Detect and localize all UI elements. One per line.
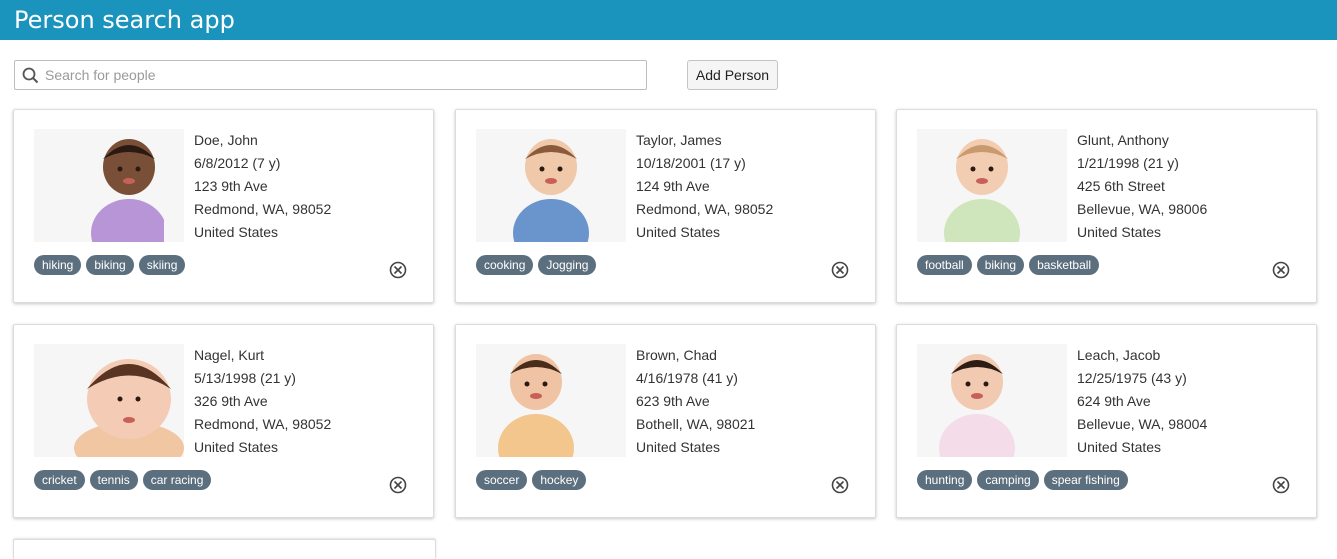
person-card: Taylor, James 10/18/2001 (17 y) 124 9th … — [455, 109, 876, 303]
interest-tag[interactable]: tennis — [89, 470, 138, 490]
person-details: Brown, Chad 4/16/1978 (41 y) 623 9th Ave… — [636, 344, 755, 459]
interest-tag[interactable]: camping — [977, 470, 1039, 490]
person-photo — [917, 129, 1067, 242]
person-city: Redmond, WA, 98052 — [194, 201, 332, 217]
person-details: Nagel, Kurt 5/13/1998 (21 y) 326 9th Ave… — [194, 344, 331, 459]
person-dob: 10/18/2001 (17 y) — [636, 155, 746, 171]
person-address: 124 9th Ave — [636, 178, 710, 194]
interest-tag[interactable]: cooking — [476, 255, 534, 275]
person-address: 425 6th Street — [1077, 178, 1165, 194]
person-photo — [476, 129, 626, 242]
person-photo-frame — [917, 129, 1067, 242]
interest-tag[interactable]: cricket — [34, 470, 85, 490]
person-card: Doe, John 6/8/2012 (7 y) 123 9th Ave Red… — [13, 109, 434, 303]
remove-person-icon[interactable] — [1272, 261, 1290, 279]
remove-person-icon[interactable] — [389, 476, 407, 494]
interest-tags: football biking basketball — [917, 255, 1100, 275]
person-dob: 6/8/2012 (7 y) — [194, 155, 281, 171]
person-photo-frame — [34, 129, 184, 242]
person-country: United States — [1077, 439, 1162, 455]
interest-tag[interactable]: hiking — [34, 255, 82, 275]
interest-tag[interactable]: football — [917, 255, 972, 275]
app-header: Person search app — [0, 0, 1337, 40]
person-country: United States — [636, 224, 721, 240]
person-photo — [34, 129, 167, 242]
remove-person-icon[interactable] — [389, 261, 407, 279]
interest-tag[interactable]: hockey — [532, 470, 587, 490]
interest-tag[interactable]: Jogging — [538, 255, 597, 275]
person-name: Brown, Chad — [636, 347, 717, 363]
interest-tags: cricket tennis car racing — [34, 470, 212, 490]
person-country: United States — [636, 439, 721, 455]
person-card — [13, 539, 436, 559]
person-photo — [476, 344, 598, 457]
interest-tag[interactable]: soccer — [476, 470, 528, 490]
person-city: Redmond, WA, 98052 — [636, 201, 774, 217]
search-box[interactable] — [14, 60, 647, 90]
search-icon — [22, 67, 39, 89]
remove-person-icon[interactable] — [831, 261, 849, 279]
person-city: Bellevue, WA, 98006 — [1077, 201, 1208, 217]
interest-tags: hunting camping spear fishing — [917, 470, 1128, 490]
interest-tag[interactable]: car racing — [142, 470, 212, 490]
person-city: Bothell, WA, 98021 — [636, 416, 756, 432]
person-card: Nagel, Kurt 5/13/1998 (21 y) 326 9th Ave… — [13, 324, 434, 518]
remove-person-icon[interactable] — [831, 476, 849, 494]
person-dob: 1/21/1998 (21 y) — [1077, 155, 1179, 171]
person-details: Leach, Jacob 12/25/1975 (43 y) 624 9th A… — [1077, 344, 1207, 459]
interest-tag[interactable]: spear fishing — [1043, 470, 1128, 490]
person-name: Glunt, Anthony — [1077, 132, 1169, 148]
person-dob: 5/13/1998 (21 y) — [194, 370, 296, 386]
interest-tags: cooking Jogging — [476, 255, 597, 275]
person-address: 624 9th Ave — [1077, 393, 1151, 409]
person-country: United States — [194, 224, 279, 240]
person-details: Doe, John 6/8/2012 (7 y) 123 9th Ave Red… — [194, 129, 331, 244]
person-name: Nagel, Kurt — [194, 347, 265, 363]
person-photo-frame — [917, 344, 1067, 457]
person-address: 326 9th Ave — [194, 393, 268, 409]
person-card: Leach, Jacob 12/25/1975 (43 y) 624 9th A… — [896, 324, 1317, 518]
person-address: 123 9th Ave — [194, 178, 268, 194]
add-person-button[interactable]: Add Person — [687, 60, 778, 90]
person-photo-frame — [476, 129, 626, 242]
remove-person-icon[interactable] — [1272, 476, 1290, 494]
person-photo-frame — [476, 344, 626, 457]
person-name: Taylor, James — [636, 132, 722, 148]
person-dob: 4/16/1978 (41 y) — [636, 370, 738, 386]
person-city: Bellevue, WA, 98004 — [1077, 416, 1208, 432]
interest-tags: soccer hockey — [476, 470, 587, 490]
person-address: 623 9th Ave — [636, 393, 710, 409]
app-title: Person search app — [14, 6, 235, 34]
interest-tag[interactable]: biking — [976, 255, 1025, 275]
interest-tags: hiking biking skiing — [34, 255, 186, 275]
person-name: Leach, Jacob — [1077, 347, 1161, 363]
person-country: United States — [194, 439, 279, 455]
interest-tag[interactable]: skiing — [138, 255, 186, 275]
person-photo — [917, 344, 1037, 457]
person-photo — [34, 344, 184, 457]
person-city: Redmond, WA, 98052 — [194, 416, 332, 432]
interest-tag[interactable]: basketball — [1029, 255, 1100, 275]
interest-tag[interactable]: biking — [86, 255, 134, 275]
person-card: Brown, Chad 4/16/1978 (41 y) 623 9th Ave… — [455, 324, 876, 518]
person-country: United States — [1077, 224, 1162, 240]
person-card: Glunt, Anthony 1/21/1998 (21 y) 425 6th … — [896, 109, 1317, 303]
person-name: Doe, John — [194, 132, 258, 148]
search-input[interactable] — [45, 61, 635, 89]
person-details: Glunt, Anthony 1/21/1998 (21 y) 425 6th … — [1077, 129, 1207, 244]
person-details: Taylor, James 10/18/2001 (17 y) 124 9th … — [636, 129, 773, 244]
person-dob: 12/25/1975 (43 y) — [1077, 370, 1187, 386]
person-photo-frame — [34, 344, 184, 457]
interest-tag[interactable]: hunting — [917, 470, 973, 490]
